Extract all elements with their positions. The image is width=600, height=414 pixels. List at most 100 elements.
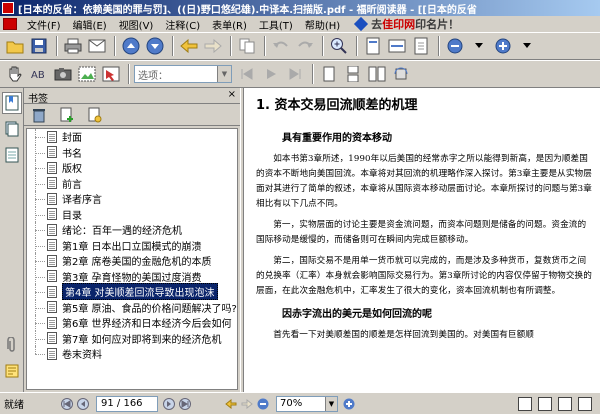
bookmark-item[interactable]: 第2章 席卷美国的金融危机的本质 (27, 253, 237, 269)
next-view-button[interactable] (240, 397, 254, 411)
email-button[interactable] (86, 35, 108, 57)
copy-button[interactable] (236, 35, 258, 57)
last-page-button[interactable] (178, 397, 192, 411)
zoom-in-button[interactable] (492, 35, 514, 57)
document-icon (47, 285, 57, 298)
next-page-button[interactable] (144, 35, 166, 57)
menu-edit[interactable]: 编辑(E) (67, 17, 113, 32)
rotate-view-button[interactable] (390, 63, 412, 85)
menu-form[interactable]: 表单(R) (206, 17, 253, 32)
fit-page-button[interactable] (362, 35, 384, 57)
new-bookmark-button[interactable] (56, 104, 78, 126)
magnifier-plus-icon (331, 38, 347, 54)
tools-toolbar: AB 选项： ▼ (0, 60, 600, 88)
document-menu-icon[interactable] (3, 18, 17, 30)
chevron-down-icon[interactable]: ▼ (325, 396, 337, 411)
bookmark-item[interactable]: 第3章 孕育怪物的美国过度消费 (27, 268, 237, 284)
zoom-out-button[interactable] (444, 35, 466, 57)
arrow-left-icon (225, 398, 237, 409)
bookmark-item[interactable]: 绪论：百年一遇的经济危机 (27, 222, 237, 238)
close-icon[interactable]: × (228, 89, 236, 100)
window-title: [日本的反省：依赖美国的罪与罚]、((日)野口悠纪雄).中译本.扫描版.pdf … (18, 4, 477, 16)
menu-view[interactable]: 视图(V) (113, 17, 160, 32)
bookmark-item[interactable]: 第7章 如何应对即将到来的经济危机 (27, 330, 237, 346)
prev-page-button[interactable] (76, 397, 90, 411)
trash-icon (33, 108, 45, 122)
play-button[interactable] (260, 63, 282, 85)
delete-bookmark-button[interactable] (28, 104, 50, 126)
bookmark-item[interactable]: 译者序言 (27, 191, 237, 207)
paragraph: 第二，国际交易不是用单一货币就可以完成的，而是涉及多种货币，复数货币之间的兑换率… (256, 256, 592, 296)
snapshot-button[interactable] (52, 63, 74, 85)
undo-button[interactable] (270, 35, 292, 57)
go-back-button[interactable] (178, 35, 200, 57)
print-button[interactable] (62, 35, 84, 57)
go-forward-button[interactable] (202, 35, 224, 57)
status-text: 就绪 (4, 400, 24, 411)
menu-comment[interactable]: 注释(C) (159, 17, 206, 32)
toolbar-separator (312, 64, 314, 84)
document-view[interactable]: 1. 资本交易回流顺差的机理 具有重要作用的资本移动 如本书第3章所述，1990… (244, 88, 600, 392)
continuous-facing-layout-button[interactable] (578, 396, 592, 411)
open-folder-button[interactable] (4, 35, 26, 57)
bookmark-item[interactable]: 书名 (27, 144, 237, 160)
comments-tab[interactable] (2, 360, 22, 382)
bookmark-item-selected[interactable]: 第4章 对美顺差回流导致出现泡沫 (27, 283, 237, 301)
bookmark-item[interactable]: 前言 (27, 175, 237, 191)
zoom-out-status-button[interactable] (256, 397, 270, 411)
select-image-button[interactable] (76, 63, 98, 85)
expand-bookmark-button[interactable] (84, 104, 106, 126)
first-page-button[interactable] (60, 397, 74, 411)
zoom-level-select[interactable]: 70% ▼ (276, 395, 338, 412)
single-page-layout-button[interactable] (518, 396, 532, 411)
zoom-in-dropdown[interactable] (516, 35, 538, 57)
menu-help[interactable]: 帮助(H) (299, 17, 346, 32)
toolbar-separator (128, 64, 130, 84)
bookmark-item[interactable]: 目录 (27, 206, 237, 222)
page-number-value: 91 / 166 (101, 398, 143, 409)
menu-bar: 文件(F) 编辑(E) 视图(V) 注释(C) 表单(R) 工具(T) 帮助(H… (0, 16, 600, 32)
save-button[interactable] (28, 35, 50, 57)
page-heading: 1. 资本交易回流顺差的机理 (256, 98, 418, 113)
bookmark-item[interactable]: 第6章 世界经济和日本经济今后会如何 (27, 315, 237, 331)
toolbar-separator (438, 36, 440, 56)
continuous-page-button[interactable] (342, 63, 364, 85)
bookmark-item[interactable]: 第1章 日本出口立国模式的崩溃 (27, 237, 237, 253)
layers-tab[interactable] (2, 144, 22, 166)
rotate-icon (394, 67, 408, 80)
menu-tools[interactable]: 工具(T) (253, 17, 299, 32)
previous-page-button[interactable] (120, 35, 142, 57)
continuous-layout-button[interactable] (538, 396, 552, 411)
zoom-out-dropdown[interactable] (468, 35, 490, 57)
select-text-button[interactable]: AB (28, 63, 50, 85)
text-cursor-icon: AB (31, 70, 45, 81)
previous-view-button[interactable] (224, 397, 238, 411)
first-page-tool-button[interactable] (236, 63, 258, 85)
zoom-in-status-button[interactable] (342, 397, 356, 411)
single-page-button[interactable] (318, 63, 340, 85)
pages-tab[interactable] (2, 118, 22, 140)
redo-button[interactable] (294, 35, 316, 57)
chevron-down-icon (523, 43, 531, 48)
bookmark-item[interactable]: 封面 (27, 129, 237, 145)
bookmark-item[interactable]: 卷末资料 (27, 346, 237, 362)
facing-page-button[interactable] (366, 63, 388, 85)
bookmark-item[interactable]: 版权 (27, 160, 237, 176)
bookmark-item[interactable]: 第5章 原油、食品的价格问题解决了吗? (27, 299, 237, 315)
options-select[interactable]: 选项： ▼ (134, 65, 232, 83)
promo-banner[interactable]: 去 佳印网 印名片！ (354, 16, 459, 32)
hand-tool-button[interactable] (4, 63, 26, 85)
bookmarks-tab[interactable] (2, 92, 22, 114)
last-page-tool-button[interactable] (284, 63, 306, 85)
zoom-tool-button[interactable] (328, 35, 350, 57)
menu-file[interactable]: 文件(F) (21, 17, 67, 32)
actual-size-button[interactable] (410, 35, 432, 57)
page-number-field[interactable]: 91 / 166 (96, 395, 158, 412)
facing-layout-button[interactable] (558, 396, 572, 411)
chevron-down-icon[interactable]: ▼ (217, 66, 231, 82)
next-page-button-status[interactable] (162, 397, 176, 411)
select-annotation-button[interactable] (100, 63, 122, 85)
fit-width-button[interactable] (386, 35, 408, 57)
pdf-page: 1. 资本交易回流顺差的机理 具有重要作用的资本移动 如本书第3章所述，1990… (244, 88, 600, 392)
attachments-tab[interactable] (2, 334, 22, 356)
